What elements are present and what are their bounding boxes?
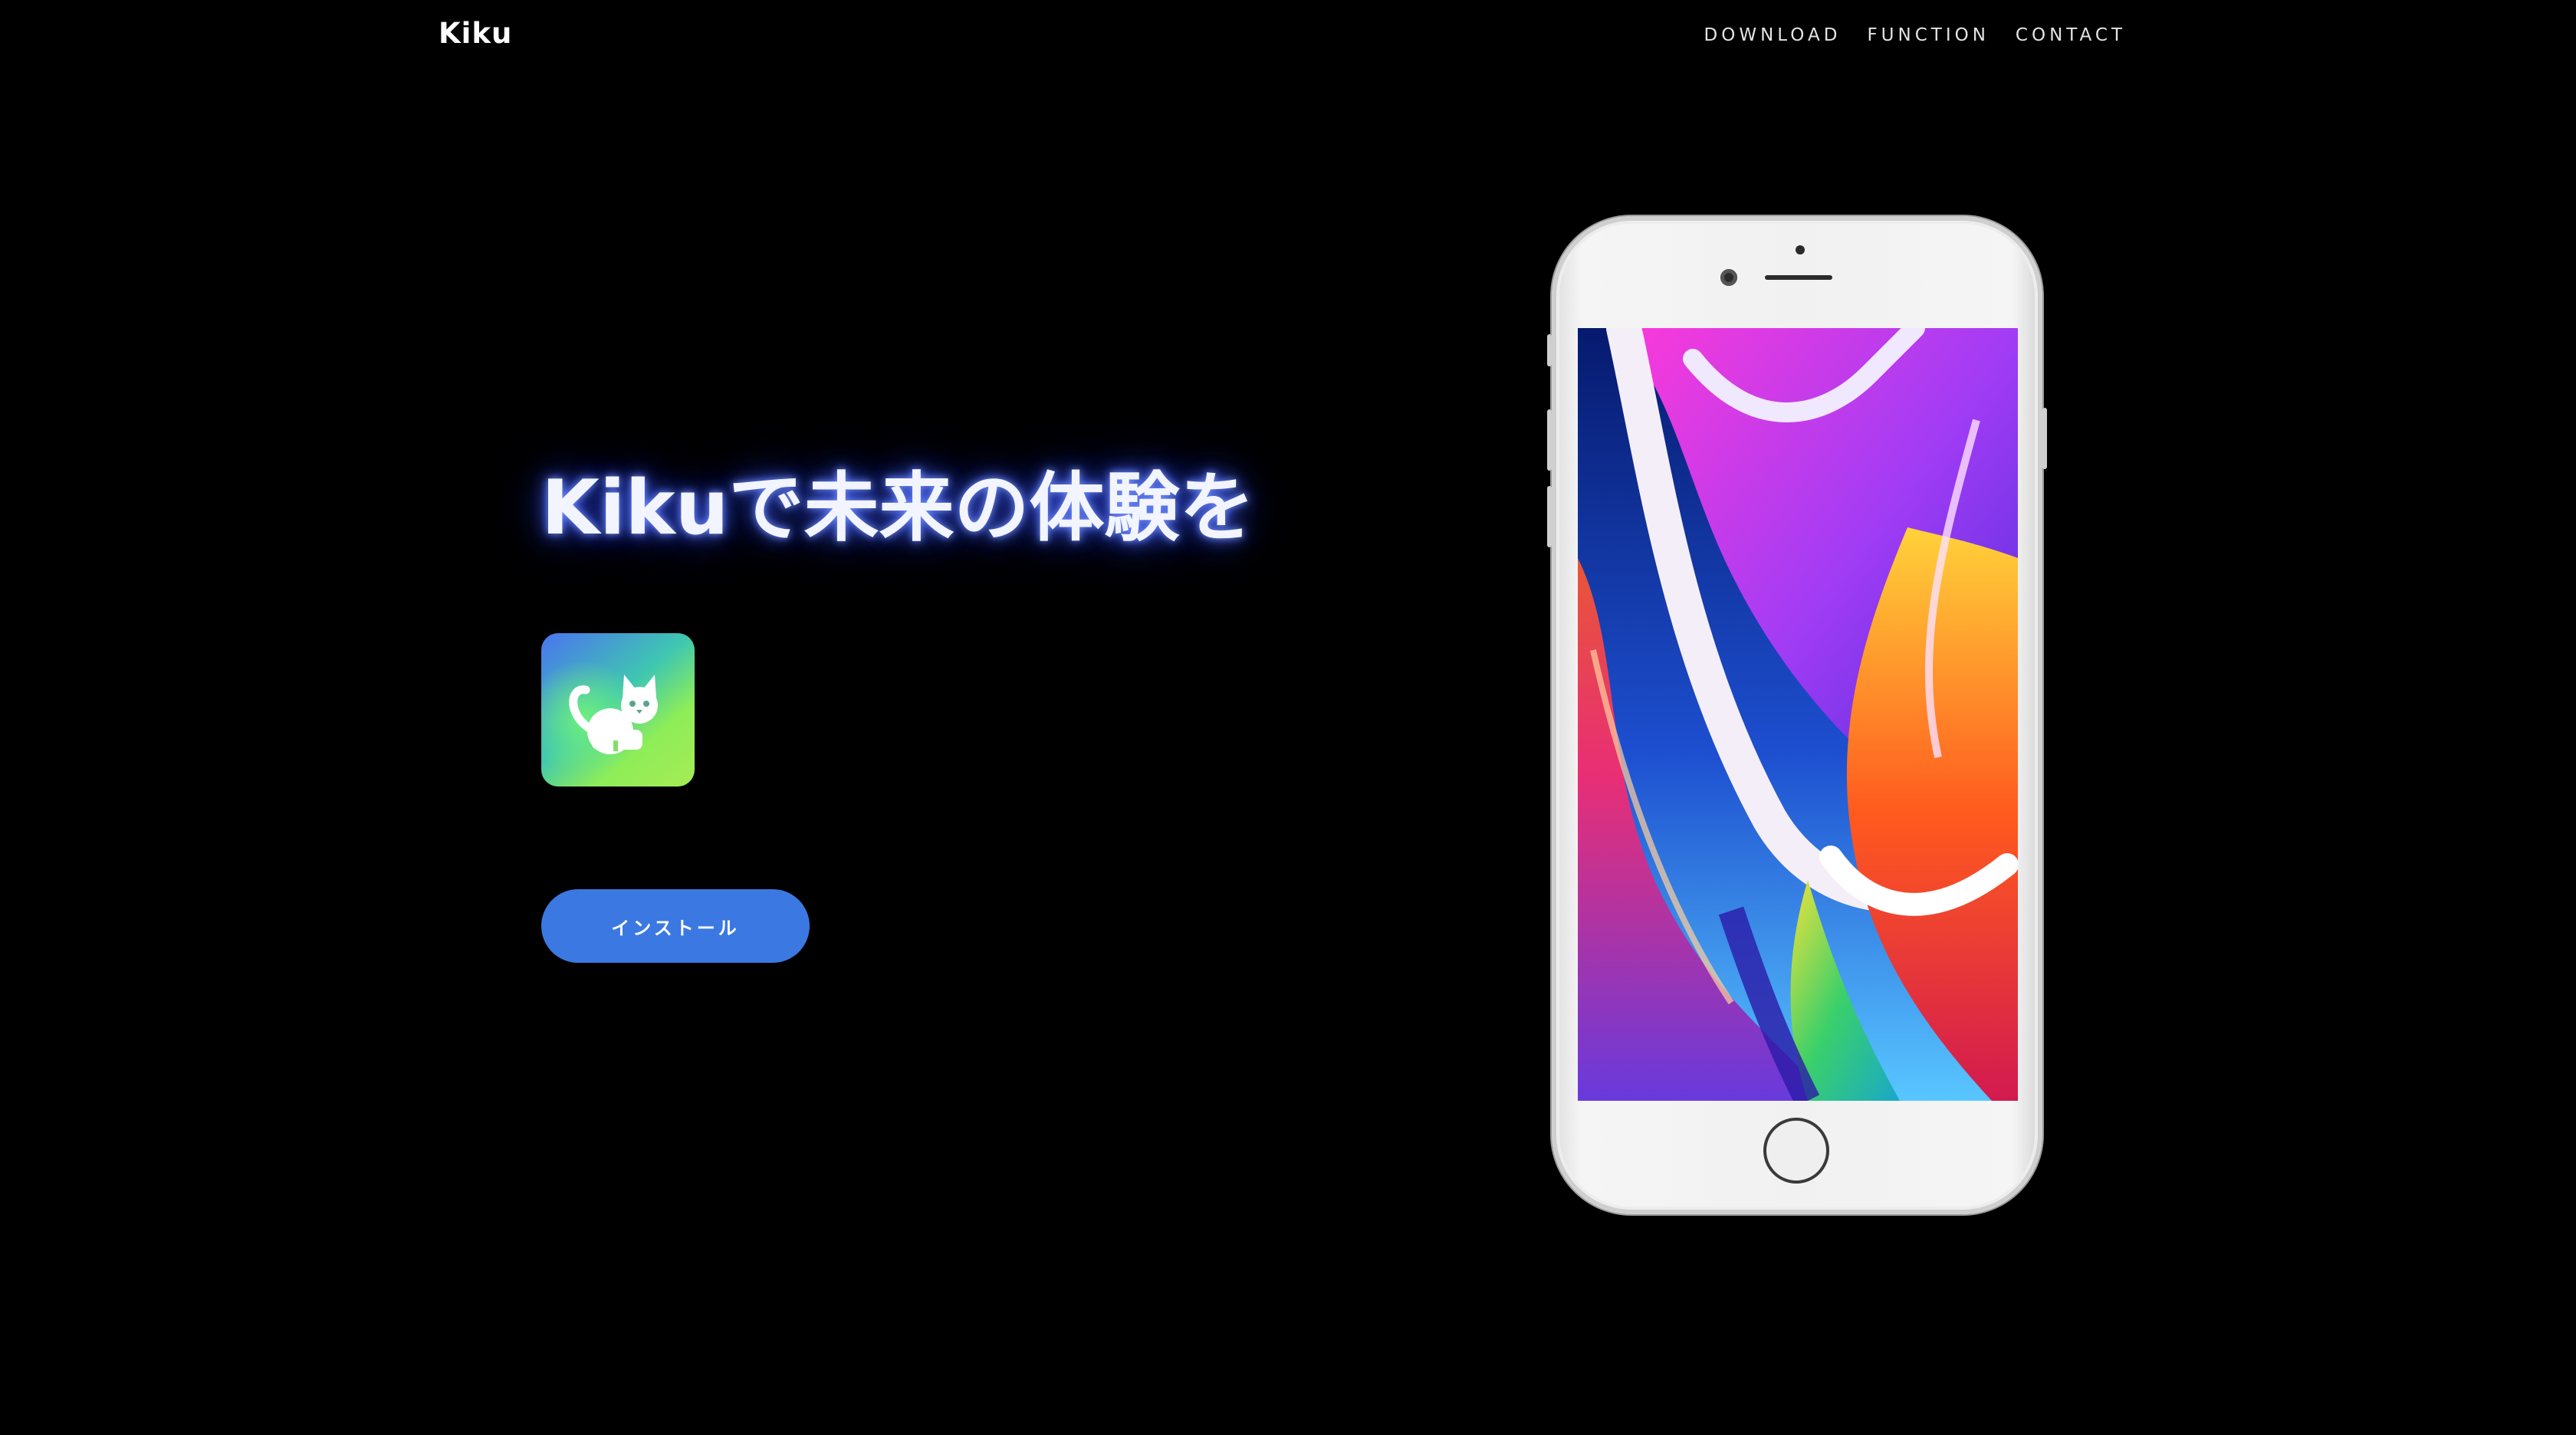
cat-icon bbox=[569, 675, 658, 754]
nav-link-contact[interactable]: CONTACT bbox=[2016, 25, 2126, 45]
main-nav: DOWNLOAD FUNCTION CONTACT bbox=[1704, 25, 2126, 45]
phone-earpiece bbox=[1765, 275, 1832, 280]
nav-link-function[interactable]: FUNCTION bbox=[1867, 25, 1989, 45]
app-icon bbox=[541, 633, 695, 786]
phone-screen-wallpaper bbox=[1578, 328, 2018, 1101]
phone-volume-down-button bbox=[1547, 486, 1552, 547]
hero-title: Kikuで未来の体験を bbox=[541, 465, 1255, 552]
phone-sensor bbox=[1796, 245, 1805, 254]
phone-mockup bbox=[1547, 216, 2047, 1214]
wallpaper-image bbox=[1578, 328, 2018, 1101]
nav-link-download[interactable]: DOWNLOAD bbox=[1704, 25, 1842, 45]
phone-mute-switch bbox=[1547, 334, 1552, 366]
phone-home-button bbox=[1763, 1118, 1829, 1184]
phone-power-button bbox=[2042, 408, 2047, 469]
brand-logo[interactable]: Kiku bbox=[439, 17, 512, 50]
phone-volume-up-button bbox=[1547, 409, 1552, 471]
install-button[interactable]: インストール bbox=[541, 889, 810, 963]
phone-front-camera bbox=[1720, 269, 1737, 286]
